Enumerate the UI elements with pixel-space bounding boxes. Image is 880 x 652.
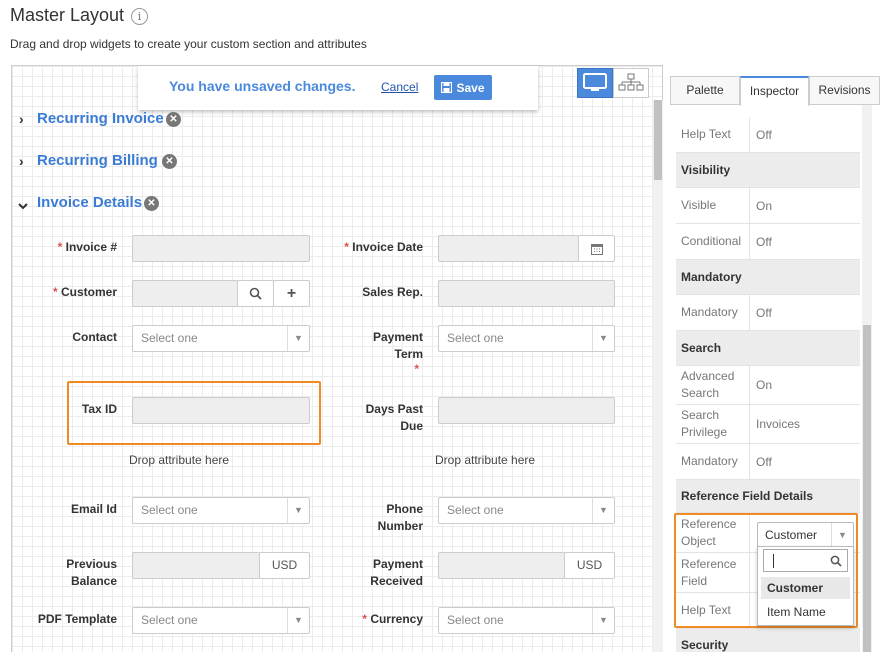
dropdown-option-item-name[interactable]: Item Name [761, 601, 850, 623]
canvas-scrollbar[interactable] [653, 100, 663, 652]
hierarchy-icon [618, 73, 644, 91]
drop-zone-left[interactable]: Drop attribute here [129, 453, 229, 467]
currency-select-value: Select one [447, 613, 504, 627]
payment-term-label: Payment Term * [372, 330, 423, 376]
days-past-due-field[interactable] [438, 397, 615, 424]
email-id-select-value: Select one [141, 503, 198, 517]
monitor-icon [583, 73, 607, 91]
chevron-right-icon[interactable]: › [19, 111, 24, 127]
tab-palette[interactable]: Palette [670, 76, 740, 105]
plus-icon: + [286, 285, 297, 302]
add-customer-button[interactable]: + [273, 280, 310, 307]
chevron-down-icon[interactable] [17, 198, 29, 216]
remove-section-icon[interactable]: ✕ [162, 154, 177, 169]
customer-label: * Customer [52, 285, 117, 299]
customer-field[interactable] [132, 280, 238, 307]
save-icon [441, 82, 453, 93]
calendar-icon [590, 244, 603, 255]
page-title: Master Layout [10, 5, 125, 25]
days-past-due-label: Days Past Due [365, 402, 423, 433]
remove-section-icon[interactable]: ✕ [144, 196, 159, 211]
tax-id-label: Tax ID [81, 402, 117, 416]
invoice-number-field[interactable] [132, 235, 310, 262]
caret-down-icon: ▼ [831, 523, 853, 547]
dropdown-search-input[interactable] [763, 549, 848, 572]
pdf-template-label: PDF Template [37, 612, 117, 626]
customer-search-button[interactable] [237, 280, 274, 307]
inspector-header-security: Security [676, 629, 860, 652]
search-icon [830, 555, 842, 567]
payment-term-select-value: Select one [447, 331, 504, 345]
previous-balance-label: Previous Balance [66, 557, 117, 588]
page-subtitle: Drag and drop widgets to create your cus… [10, 37, 367, 51]
search-icon [249, 287, 262, 300]
inspector-header-mandatory: Mandatory [676, 260, 860, 295]
inspector-header-reference: Reference Field Details [676, 480, 860, 513]
inspector-scrollbar-thumb[interactable] [863, 325, 871, 652]
caret-down-icon: ▼ [592, 326, 614, 351]
remove-section-icon[interactable]: ✕ [166, 112, 181, 127]
sales-rep-field[interactable] [438, 280, 615, 307]
inspector-row-search-privilege[interactable]: Search Privilege Invoices [676, 405, 860, 444]
previous-balance-field[interactable] [132, 552, 260, 579]
pdf-template-select-value: Select one [141, 613, 198, 627]
payment-received-label: Payment Received [370, 557, 423, 588]
payment-term-select[interactable]: Select one ▼ [438, 325, 615, 352]
desktop-view-button[interactable] [577, 68, 613, 98]
caret-down-icon: ▼ [592, 608, 614, 633]
phone-number-select-value: Select one [447, 503, 504, 517]
reference-object-select[interactable]: Customer ▼ [757, 522, 854, 548]
contact-label: Contact [72, 330, 117, 344]
calendar-button[interactable] [578, 235, 615, 262]
save-button[interactable]: Save [434, 75, 492, 100]
email-id-label: Email Id [70, 502, 117, 516]
phone-number-select[interactable]: Select one ▼ [438, 497, 615, 524]
canvas-scrollbar-thumb[interactable] [654, 100, 662, 180]
invoice-number-label: * Invoice # [57, 240, 117, 254]
tab-revisions[interactable]: Revisions [809, 76, 880, 105]
invoice-date-field[interactable] [438, 235, 579, 262]
inspector-header-visibility: Visibility [676, 153, 860, 188]
section-invoice-details[interactable]: Invoice Details [37, 194, 142, 211]
inspector-row-advanced-search[interactable]: Advanced Search On [676, 366, 860, 405]
invoice-date-label: * Invoice Date [344, 240, 423, 254]
unsaved-message: You have unsaved changes. [169, 78, 356, 94]
tax-id-field[interactable] [132, 397, 310, 424]
cancel-link[interactable]: Cancel [381, 80, 418, 94]
payment-received-field[interactable] [438, 552, 565, 579]
pdf-template-select[interactable]: Select one ▼ [132, 607, 310, 634]
inspector-row-visible[interactable]: Visible On [676, 188, 860, 224]
dropdown-option-customer[interactable]: Customer [761, 577, 850, 599]
email-id-select[interactable]: Select one ▼ [132, 497, 310, 524]
previous-balance-currency: USD [259, 552, 310, 579]
caret-down-icon: ▼ [592, 498, 614, 523]
reference-object-value: Customer [765, 528, 818, 542]
sales-rep-label: Sales Rep. [362, 285, 423, 299]
inspector-row-mandatory[interactable]: Mandatory Off [676, 295, 860, 331]
section-recurring-billing[interactable]: Recurring Billing [37, 152, 158, 169]
currency-select[interactable]: Select one ▼ [438, 607, 615, 634]
inspector-row-conditional[interactable]: Conditional Off [676, 224, 860, 260]
save-label: Save [456, 80, 485, 95]
info-icon[interactable]: i [131, 8, 148, 25]
contact-select[interactable]: Select one ▼ [132, 325, 310, 352]
payment-received-currency: USD [564, 552, 615, 579]
phone-number-label: Phone Number [377, 502, 423, 533]
chevron-right-icon[interactable]: › [19, 153, 24, 169]
caret-down-icon: ▼ [287, 608, 309, 633]
currency-label: * Currency [362, 612, 423, 626]
section-recurring-invoice[interactable]: Recurring Invoice [37, 110, 164, 127]
text-cursor [773, 554, 774, 568]
inspector-row-search-mandatory[interactable]: Mandatory Off [676, 444, 860, 480]
drop-zone-right[interactable]: Drop attribute here [435, 453, 535, 467]
caret-down-icon: ▼ [287, 326, 309, 351]
inspector-header-search: Search [676, 331, 860, 366]
caret-down-icon: ▼ [287, 498, 309, 523]
inspector-row-help-text: Help Text Off [676, 117, 860, 153]
tab-inspector[interactable]: Inspector [740, 76, 809, 106]
hierarchy-view-button[interactable] [613, 68, 649, 98]
contact-select-value: Select one [141, 331, 198, 345]
